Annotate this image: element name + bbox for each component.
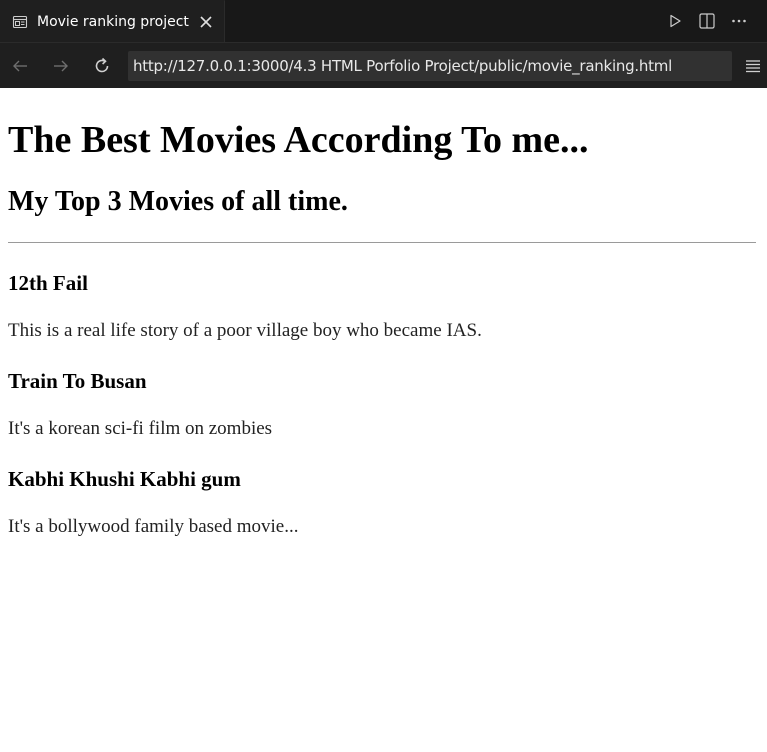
split-editor-icon[interactable] xyxy=(697,11,717,31)
url-input[interactable] xyxy=(133,56,732,75)
menu-icon[interactable] xyxy=(742,55,764,77)
movie-item: Train To Busan It's a korean sci-fi film… xyxy=(8,369,759,440)
movie-title: Train To Busan xyxy=(8,369,147,393)
page-subtitle: My Top 3 Movies of all time. xyxy=(8,186,348,217)
arrow-left-icon[interactable] xyxy=(9,55,31,77)
browser-chrome: Movie ranking project xyxy=(0,0,767,88)
movie-item: 12th Fail This is a real life story of a… xyxy=(8,271,759,342)
page-content: The Best Movies According To me... My To… xyxy=(0,119,767,538)
reload-icon[interactable] xyxy=(91,55,113,77)
editor-actions xyxy=(665,0,767,42)
movie-item: Kabhi Khushi Kabhi gum It's a bollywood … xyxy=(8,467,759,538)
movie-description: It's a korean sci-fi film on zombies xyxy=(8,418,273,439)
movie-title: Kabhi Khushi Kabhi gum xyxy=(8,467,241,491)
browser-preview-icon xyxy=(12,14,28,30)
page-title: The Best Movies According To me... xyxy=(8,119,589,161)
tab-title: Movie ranking project xyxy=(37,13,189,30)
navigation-bar xyxy=(0,42,767,88)
movie-description: It's a bollywood family based movie... xyxy=(8,516,299,537)
movie-description: This is a real life story of a poor vill… xyxy=(8,320,482,341)
more-actions-icon[interactable] xyxy=(729,11,749,31)
tab-bar: Movie ranking project xyxy=(0,0,767,42)
divider xyxy=(8,242,756,243)
arrow-right-icon[interactable] xyxy=(50,55,72,77)
movie-title: 12th Fail xyxy=(8,271,88,295)
tab-movie-ranking[interactable]: Movie ranking project xyxy=(0,0,225,42)
address-bar xyxy=(128,50,732,81)
play-icon[interactable] xyxy=(665,11,685,31)
close-icon[interactable] xyxy=(198,14,214,30)
